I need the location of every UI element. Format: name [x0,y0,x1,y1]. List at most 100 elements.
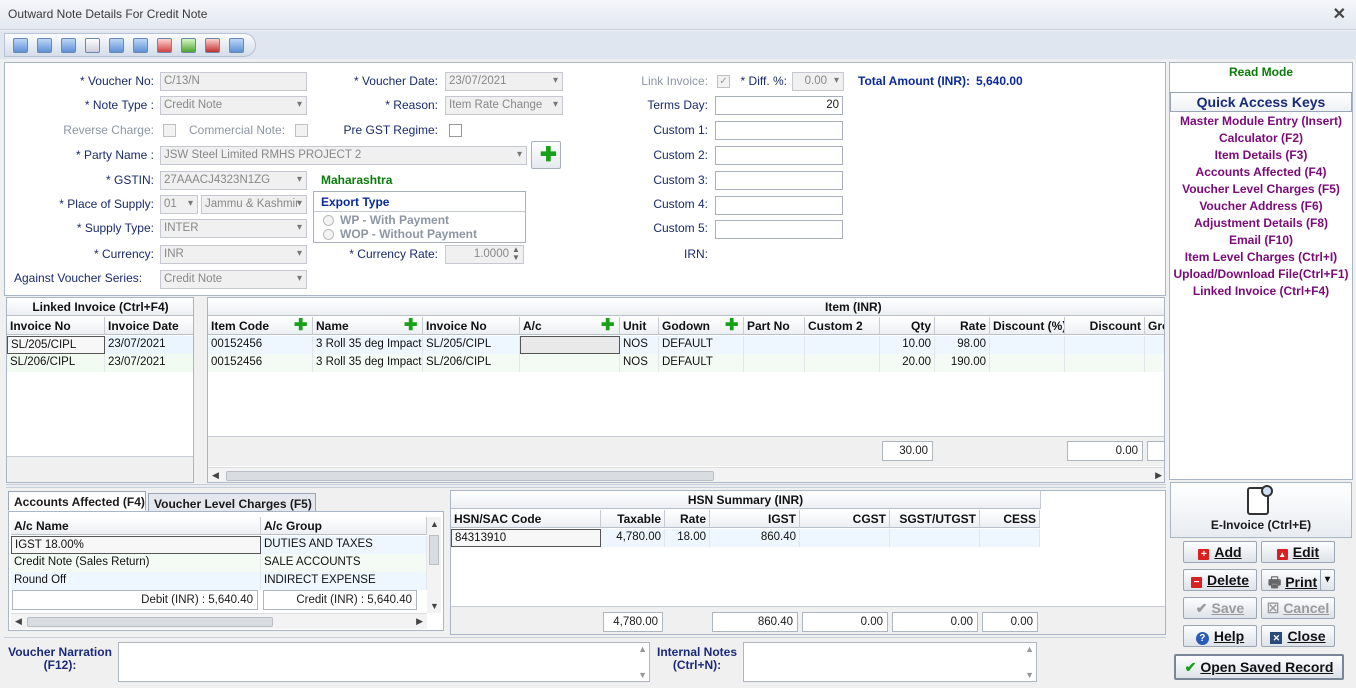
terms-day-input[interactable]: 20 [715,96,843,115]
edit-button[interactable]: ▲ Edit [1261,541,1335,563]
item-row-0-invoice[interactable]: SL/205/CIPL [423,336,520,354]
tab-voucher-level-charges[interactable]: Voucher Level Charges (F5) [148,493,316,513]
item-row-0-custom2[interactable] [805,336,880,354]
item-row-0-qty[interactable]: 10.00 [880,336,935,354]
item-row-0-part[interactable] [744,336,805,354]
print-dropdown[interactable]: ▾ [1320,569,1335,591]
qa-voucher-address[interactable]: Voucher Address (F6) [1170,199,1352,213]
refresh-icon[interactable] [61,38,76,53]
save-icon[interactable] [13,38,28,53]
document-icon[interactable] [85,38,100,53]
item-row-1-custom2[interactable] [805,354,880,372]
add-button[interactable]: + Add [1183,541,1257,563]
item-row-0-unit[interactable]: NOS [620,336,659,354]
add-ac-icon[interactable]: ✚ [601,318,614,334]
pre-gst-checkbox[interactable] [449,124,462,137]
spinner-icon[interactable]: ▲ ▼ [512,246,520,262]
add-name-icon[interactable]: ✚ [404,318,417,334]
scroll-up-icon[interactable]: ▲ [430,519,439,529]
accounts-vscroll-thumb[interactable] [429,535,439,565]
custom5-input[interactable] [715,220,843,239]
qa-accounts-affected[interactable]: Accounts Affected (F4) [1170,165,1352,179]
link-invoice-checkbox[interactable]: ✓ [717,75,730,88]
wop-radio[interactable] [323,229,334,240]
acc-row-1-name[interactable]: Credit Note (Sales Return) [11,554,261,572]
internal-notes-input[interactable]: ▲ ▼ [743,642,1037,682]
party-name-select[interactable]: JSW Steel Limited RMHS PROJECT 2 [160,146,527,165]
supply-type-select[interactable]: INTER [160,219,307,238]
item-row-0-rate[interactable]: 98.00 [935,336,990,354]
item-row-0-ac[interactable] [520,336,620,354]
item-row-1-unit[interactable]: NOS [620,354,659,372]
scroll-down-icon[interactable]: ▼ [638,670,647,680]
einvoice-button[interactable]: E-Invoice (Ctrl+E) [1170,482,1352,538]
diff-input[interactable]: 0.00 [792,72,844,91]
tab-accounts-affected[interactable]: Accounts Affected (F4) [8,491,146,511]
voucher-date-input[interactable]: 23/07/2021 [445,72,563,91]
acc-row-2-name[interactable]: Round Off [11,572,261,590]
item-row-0-godown[interactable]: DEFAULT [659,336,744,354]
scroll-down-icon[interactable]: ▼ [430,601,439,611]
item-row-1-ac[interactable] [520,354,620,372]
acc-row-2-group[interactable]: INDIRECT EXPENSE [261,572,427,590]
item-row-1-qty[interactable]: 20.00 [880,354,935,372]
accounts-vscrollbar[interactable]: ▲ ▼ [427,517,441,613]
acc-row-0-name[interactable]: IGST 18.00% [11,536,261,554]
hsn-row-0-cess[interactable] [980,529,1040,547]
custom4-input[interactable] [715,196,843,215]
linked-row-0-date[interactable]: 23/07/2021 [105,336,193,354]
qa-item-level-charges[interactable]: Item Level Charges (Ctrl+I) [1170,250,1352,264]
qa-calculator[interactable]: Calculator (F2) [1170,131,1352,145]
qa-email[interactable]: Email (F10) [1170,233,1352,247]
hsn-row-0-sgst[interactable] [890,529,980,547]
accounts-hscrollbar[interactable]: ◀ ▶ [11,613,427,629]
qa-upload-download[interactable]: Upload/Download File(Ctrl+F1) [1170,267,1352,281]
tools-icon[interactable] [205,38,220,53]
scroll-right-icon[interactable]: ▶ [416,616,423,627]
custom3-input[interactable] [715,171,843,190]
scroll-up-icon[interactable]: ▲ [1025,644,1034,654]
wp-radio[interactable] [323,215,334,226]
qa-master-module[interactable]: Master Module Entry (Insert) [1170,114,1352,128]
open-saved-record-button[interactable]: ✔ Open Saved Record [1174,654,1344,680]
item-row-1-godown[interactable]: DEFAULT [659,354,744,372]
splitter[interactable] [6,484,1166,488]
qa-linked-invoice[interactable]: Linked Invoice (Ctrl+F4) [1170,284,1352,298]
voucher-narration-input[interactable]: ▲ ▼ [118,642,650,682]
item-row-0-name[interactable]: 3 Roll 35 deg Impact I [313,336,423,354]
against-series-select[interactable]: Credit Note [160,270,307,289]
currency-select[interactable]: INR [160,245,307,264]
help-icon[interactable] [229,38,244,53]
save-button[interactable]: ✔ Save [1183,597,1257,619]
acc-row-0-group[interactable]: DUTIES AND TAXES [261,536,427,554]
cancel-button[interactable]: ☒ Cancel [1261,597,1335,619]
item-hscrollbar[interactable]: ◀ ▶ [208,467,1164,482]
qa-adjustment-details[interactable]: Adjustment Details (F8) [1170,216,1352,230]
linked-row-0-invoice[interactable]: SL/205/CIPL [7,336,105,354]
qa-item-details[interactable]: Item Details (F3) [1170,148,1352,162]
acc-row-1-group[interactable]: SALE ACCOUNTS [261,554,427,572]
reverse-charge-checkbox[interactable] [163,124,176,137]
item-row-1-name[interactable]: 3 Roll 35 deg Impact I [313,354,423,372]
note-type-select[interactable]: Credit Note [160,96,307,115]
close-button[interactable]: ✕ Close [1261,625,1335,647]
commercial-note-checkbox[interactable] [295,124,308,137]
linked-row-1-date[interactable]: 23/07/2021 [105,354,193,372]
add-party-button[interactable]: ✚ [531,141,561,169]
place-code-select[interactable]: 01 [160,195,198,214]
item-row-1-discount-pct[interactable] [990,354,1065,372]
scroll-up-icon[interactable]: ▲ [638,644,647,654]
custom2-input[interactable] [715,146,843,165]
linked-row-1-invoice[interactable]: SL/206/CIPL [7,354,105,372]
add-godown-icon[interactable]: ✚ [725,318,738,334]
hsn-row-0-cgst[interactable] [800,529,890,547]
reason-select[interactable]: Item Rate Change [445,96,563,115]
accounts-hscroll-thumb[interactable] [27,617,273,627]
globe-icon[interactable] [181,38,196,53]
delete-button[interactable]: − Delete [1183,569,1257,591]
help-button[interactable]: ? Help [1183,625,1257,647]
scroll-left-icon[interactable]: ◀ [15,616,22,627]
gstin-select[interactable]: 27AAACJ4323N1ZG [160,171,307,190]
qa-voucher-level-charges[interactable]: Voucher Level Charges (F5) [1170,182,1352,196]
custom1-input[interactable] [715,121,843,140]
